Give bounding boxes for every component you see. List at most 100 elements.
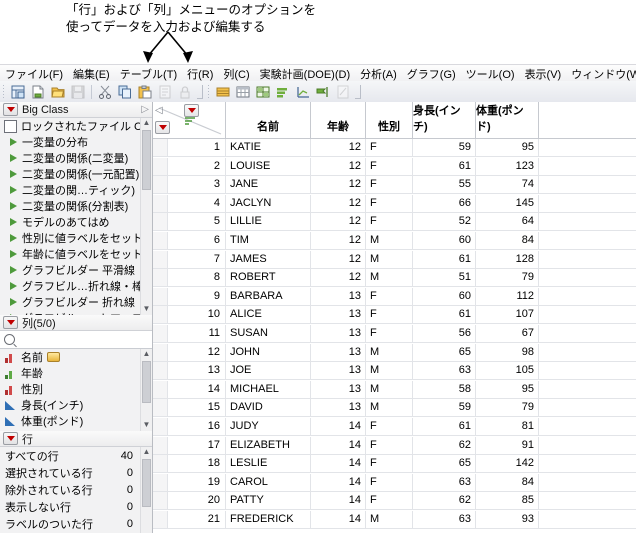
table-cell[interactable]: JOE: [225, 362, 310, 379]
table-cell[interactable]: 91: [475, 437, 538, 454]
table-cell[interactable]: F: [365, 325, 412, 342]
table-cell[interactable]: 59: [412, 399, 475, 416]
table-cell[interactable]: ROBERT: [225, 269, 310, 286]
table-cell[interactable]: F: [365, 306, 412, 323]
table-cell[interactable]: F: [365, 492, 412, 509]
table-cell-empty[interactable]: [538, 437, 636, 454]
menu-item-tools[interactable]: ツール(O): [461, 65, 520, 83]
run-script-triangle-icon[interactable]: [10, 314, 17, 315]
row-number[interactable]: 6: [153, 232, 225, 249]
menu-item-cols[interactable]: 列(C): [218, 65, 254, 83]
table-cell[interactable]: 14: [310, 455, 365, 472]
table-cell[interactable]: 13: [310, 325, 365, 342]
table-cell[interactable]: 60: [412, 288, 475, 305]
row-number[interactable]: 17: [153, 437, 225, 454]
table-cell[interactable]: TIM: [225, 232, 310, 249]
rows-panel-header[interactable]: 行: [0, 431, 152, 447]
data-table-header[interactable]: Big Class ▷: [0, 102, 152, 118]
table-cell-empty[interactable]: [538, 176, 636, 193]
table-cell-empty[interactable]: [538, 399, 636, 416]
table-cell[interactable]: 63: [412, 511, 475, 528]
column-item-age[interactable]: 年齢: [0, 365, 141, 381]
table-cell[interactable]: 67: [475, 325, 538, 342]
table-cell[interactable]: 85: [475, 492, 538, 509]
table-cell-empty[interactable]: [538, 288, 636, 305]
table-cell[interactable]: F: [365, 418, 412, 435]
table-cell-empty[interactable]: [538, 158, 636, 175]
table-cell[interactable]: 13: [310, 362, 365, 379]
table-row[interactable]: 21FREDERICK14M6393: [153, 511, 636, 529]
table-cell-empty[interactable]: [538, 418, 636, 435]
copy-icon[interactable]: [116, 83, 134, 101]
table-cell[interactable]: 12: [310, 195, 365, 212]
run-script-triangle-icon[interactable]: [10, 282, 17, 290]
columns-panel-header[interactable]: 列(5/0): [0, 315, 152, 331]
rows-stat-excluded[interactable]: 除外されている行 0: [0, 481, 141, 498]
column-header-name[interactable]: 名前: [225, 102, 310, 138]
menu-bar[interactable]: ファイル(F) 編集(E) テーブル(T) 行(R) 列(C) 実験計画(DOE…: [0, 64, 636, 82]
script-item[interactable]: 一変量の分布: [0, 134, 141, 150]
table-cell[interactable]: M: [365, 362, 412, 379]
script-item[interactable]: モデルのあてはめ: [0, 214, 141, 230]
table-cell[interactable]: 56: [412, 325, 475, 342]
run-script-triangle-icon[interactable]: [10, 218, 17, 226]
rows-stat-selected[interactable]: 選択されている行 0: [0, 464, 141, 481]
column-header-height[interactable]: 身長(インチ): [412, 102, 475, 138]
open-recent-icon[interactable]: [29, 83, 47, 101]
table-cell[interactable]: 12: [310, 158, 365, 175]
run-script-triangle-icon[interactable]: [10, 186, 17, 194]
table-cell[interactable]: 95: [475, 139, 538, 156]
table-cell[interactable]: 142: [475, 455, 538, 472]
table-cell[interactable]: 79: [475, 399, 538, 416]
table-cell[interactable]: 61: [412, 251, 475, 268]
table-cell-empty[interactable]: [538, 362, 636, 379]
table-cell[interactable]: 13: [310, 399, 365, 416]
row-number[interactable]: 11: [153, 325, 225, 342]
table-cell-empty[interactable]: [538, 492, 636, 509]
row-number[interactable]: 21: [153, 511, 225, 528]
table-cell[interactable]: 14: [310, 418, 365, 435]
scroll-down-icon[interactable]: ▼: [141, 304, 152, 315]
row-number[interactable]: 2: [153, 158, 225, 175]
table-cell[interactable]: ELIZABETH: [225, 437, 310, 454]
table-row[interactable]: 5LILLIE12F5264: [153, 213, 636, 231]
cut-icon[interactable]: [96, 83, 114, 101]
table-cell[interactable]: 66: [412, 195, 475, 212]
toolbar-overflow-2[interactable]: [355, 85, 361, 99]
menu-item-rows[interactable]: 行(R): [182, 65, 218, 83]
table-cell[interactable]: DAVID: [225, 399, 310, 416]
menu-item-doe[interactable]: 実験計画(DOE)(D): [255, 65, 355, 83]
table-cell[interactable]: 14: [310, 437, 365, 454]
columns-scrollbar[interactable]: ▲ ▼: [140, 349, 152, 431]
table-cell[interactable]: 13: [310, 381, 365, 398]
row-number[interactable]: 18: [153, 455, 225, 472]
table-cell[interactable]: 65: [412, 344, 475, 361]
table-cell[interactable]: MICHAEL: [225, 381, 310, 398]
rows-scrollbar[interactable]: ▲ ▼: [140, 447, 152, 533]
run-script-triangle-icon[interactable]: [10, 250, 17, 258]
table-row[interactable]: 16JUDY14F6181: [153, 418, 636, 436]
table-row[interactable]: 4JACLYN12F66145: [153, 195, 636, 213]
table-cell[interactable]: BARBARA: [225, 288, 310, 305]
table-cell[interactable]: F: [365, 176, 412, 193]
table-cell-empty[interactable]: [538, 511, 636, 528]
run-script-triangle-icon[interactable]: [10, 170, 17, 178]
table-cell-empty[interactable]: [538, 251, 636, 268]
scroll-up-icon[interactable]: ▲: [141, 447, 152, 458]
table-cell[interactable]: 13: [310, 344, 365, 361]
table-cell[interactable]: 84: [475, 474, 538, 491]
toolbar-grip[interactable]: [2, 84, 5, 99]
table-cell[interactable]: ALICE: [225, 306, 310, 323]
table-cell[interactable]: 61: [412, 158, 475, 175]
row-number[interactable]: 13: [153, 362, 225, 379]
script-item[interactable]: 二変量の関…ティック): [0, 182, 141, 198]
table-cell[interactable]: 105: [475, 362, 538, 379]
table-cell[interactable]: 81: [475, 418, 538, 435]
table-cell-empty[interactable]: [538, 325, 636, 342]
graph-builder-icon[interactable]: [314, 83, 332, 101]
new-data-table-icon[interactable]: [9, 83, 27, 101]
run-script-triangle-icon[interactable]: [10, 234, 17, 242]
table-cell[interactable]: F: [365, 195, 412, 212]
scroll-down-icon[interactable]: ▼: [141, 420, 152, 431]
column-header-weight[interactable]: 体重(ポンド): [475, 102, 538, 138]
